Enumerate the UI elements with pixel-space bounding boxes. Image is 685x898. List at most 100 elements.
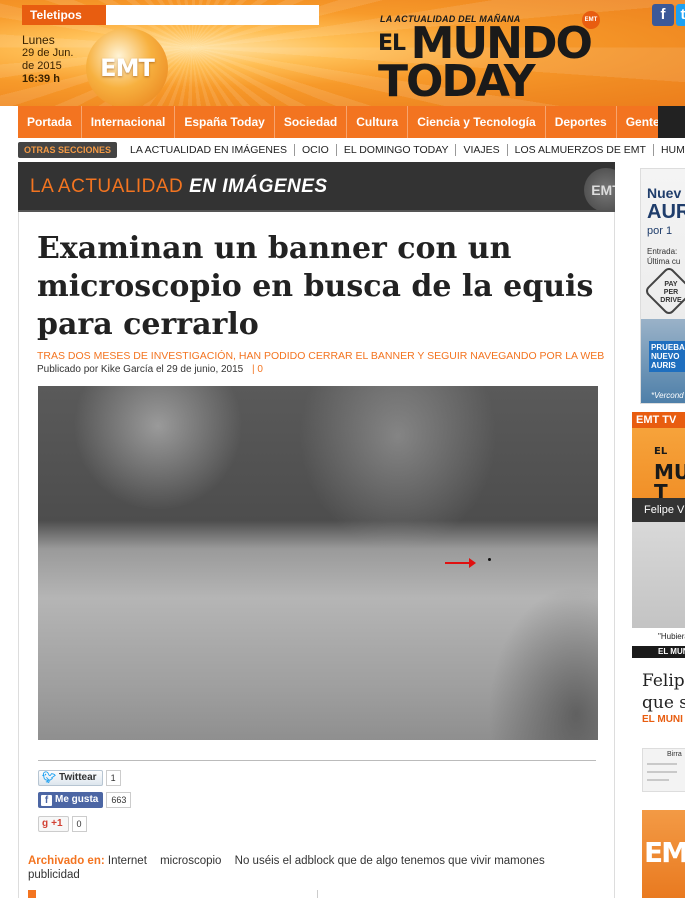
masthead-today: TODAY [378, 56, 536, 106]
tv-logo-line-1: MU [654, 460, 685, 484]
tv-logo: EL MU T [654, 442, 685, 502]
tv-logo-el: EL [654, 446, 668, 457]
article-photo [38, 386, 598, 740]
ad-line-4b: Última cu [647, 257, 681, 266]
badge-line-3: DRIVE [660, 297, 682, 304]
like-count: 663 [106, 792, 132, 808]
sidebar: Nuev AUR por 1 Entrada: Última cu PAY PE… [632, 162, 685, 898]
tweet-count: 1 [105, 770, 121, 786]
gplus-icon: g [42, 818, 49, 829]
twitter-share: 🐦︎ Twittear 1 [38, 770, 121, 786]
facebook-icon[interactable]: f [652, 4, 674, 26]
tag-link[interactable]: No uséis el adblock que de algo tenemos … [235, 855, 545, 867]
promo-line-2: NUEVO [651, 352, 680, 361]
twitter-icon[interactable]: t [676, 4, 685, 26]
article-byline: Publicado por Kike García el 29 de junio… [37, 364, 263, 375]
emt-tv-video[interactable]: EL MU T Felipe V "Hubiera EL MUNI [632, 428, 685, 658]
teletipos-ticker[interactable] [106, 5, 319, 25]
archived-label: Archivado en: [28, 855, 105, 867]
tag-link[interactable]: publicidad [28, 869, 80, 881]
date-block: Lunes 29 de Jun. de 2015 16:39 h [22, 34, 73, 86]
emt-logo[interactable]: EMT [86, 28, 168, 106]
tag-link[interactable]: microscopio [160, 855, 221, 867]
masthead-el: EL [378, 31, 406, 56]
emt-tv-heading[interactable]: EMT TV [632, 412, 685, 428]
promo-line-1: PRUEBA [651, 343, 685, 352]
nav-item-portada[interactable]: Portada [18, 106, 82, 138]
gplus-button[interactable]: g +1 [38, 816, 69, 832]
secondary-nav: OTRAS SECCIONES LA ACTUALIDAD EN IMÁGENE… [18, 140, 685, 160]
sec-item-hum[interactable]: HUM [654, 144, 685, 156]
facebook-share: f Me gusta 663 [38, 792, 132, 808]
sec-item-almuerzos[interactable]: LOS ALMUERZOS DE EMT [508, 144, 654, 156]
ad-line-4a: Entrada: [647, 247, 678, 256]
ad-promo: PRUEBA NUEVO AURIS [649, 341, 685, 372]
thumbnail-name: Birra [667, 751, 682, 758]
ad-line-4: Entrada: Última cu [647, 247, 680, 267]
secondary-nav-label: OTRAS SECCIONES [18, 142, 118, 158]
thumbnail-line [647, 763, 677, 765]
nav-item-espana-today[interactable]: España Today [175, 106, 275, 138]
ad-line-3: por 1 [647, 225, 673, 237]
nav-item-ciencia-tecnologia[interactable]: Ciencia y Tecnología [408, 106, 546, 138]
article-headline: Examinan un banner con un microscopio en… [37, 231, 594, 342]
divider [38, 760, 596, 761]
badge-line-2: PER [663, 289, 679, 296]
thumbnail-emt-text: EM [644, 836, 685, 869]
sidebar-article-category[interactable]: EL MUNI [642, 714, 683, 725]
date-line-1: 29 de Jun. [22, 47, 74, 59]
badge-line-1: PAY [664, 281, 678, 288]
main-nav: Portada Internacional España Today Socie… [18, 106, 685, 138]
tv-quote: "Hubiera [632, 628, 685, 646]
section-emt-badge: EMT [584, 168, 615, 210]
nav-item-sociedad[interactable]: Sociedad [275, 106, 348, 138]
sec-item-ocio[interactable]: OCIO [295, 144, 337, 156]
tag-link[interactable]: Internet [108, 855, 147, 867]
date-time: 16:39 h [22, 73, 60, 85]
sidebar-thumbnail[interactable]: Birra [642, 748, 685, 792]
nav-item-internacional[interactable]: Internacional [82, 106, 176, 138]
pay-per-drive-label: PAY PER DRIVE [651, 281, 685, 305]
article-subtitle: TRAS DOS MESES DE INVESTIGACIÓN, HAN POD… [37, 350, 605, 362]
section-title[interactable]: LA ACTUALIDAD EN IMÁGENES [30, 176, 328, 198]
ad-footnote: *Vercond [651, 391, 684, 400]
nav-item-cultura[interactable]: Cultura [347, 106, 409, 138]
date-day: Lunes [22, 33, 55, 47]
banner-close-x-dot [488, 558, 491, 561]
section-header: LA ACTUALIDAD EN IMÁGENES EMT [18, 162, 615, 212]
twitter-bird-icon: 🐦︎ [42, 772, 56, 784]
sidebar-title-line-1: Felip [642, 671, 685, 691]
date-line-2: de 2015 [22, 60, 62, 72]
section-title-light: LA ACTUALIDAD [30, 176, 190, 197]
tweet-button[interactable]: 🐦︎ Twittear [38, 770, 103, 786]
ad-line-2: AUR [647, 201, 685, 223]
emt-logo-text: EMT [100, 54, 155, 82]
tv-strip: EL MUNI [632, 646, 685, 658]
sec-item-viajes[interactable]: VIAJES [456, 144, 508, 156]
thumbnail-line [647, 771, 677, 773]
red-arrow-icon [445, 558, 476, 568]
nav-item-deportes[interactable]: Deportes [546, 106, 617, 138]
like-button[interactable]: f Me gusta [38, 792, 104, 808]
facebook-f-icon: f [41, 794, 52, 806]
site-header: Teletipos Lunes 29 de Jun. de 2015 16:39… [0, 0, 685, 106]
gplus-label: +1 [51, 818, 63, 829]
like-label: Me gusta [55, 794, 99, 805]
sidebar-article-title[interactable]: Felip que s [642, 670, 685, 714]
promo-line-3: AURIS [651, 361, 676, 370]
byline-text: Publicado por Kike García el 29 de junio… [37, 364, 244, 375]
sec-item-actualidad-imagenes[interactable]: LA ACTUALIDAD EN IMÁGENES [123, 144, 295, 156]
comment-count-link[interactable]: | 0 [252, 364, 263, 375]
sec-item-domingo-today[interactable]: EL DOMINGO TODAY [337, 144, 457, 156]
thumbnail-line [647, 779, 669, 781]
gplus-share: g +1 0 [38, 816, 87, 832]
nav-extra[interactable] [658, 106, 685, 138]
sidebar-emt-thumbnail[interactable]: EM [642, 810, 685, 898]
bottom-divider [317, 890, 318, 898]
bottom-accent [28, 890, 36, 898]
teletipos-label: Teletipos [22, 5, 106, 25]
sidebar-title-line-2: que s [642, 693, 685, 713]
gplus-count: 0 [71, 816, 87, 832]
sidebar-ad[interactable]: Nuev AUR por 1 Entrada: Última cu PAY PE… [640, 168, 685, 404]
masthead-logo[interactable]: LA ACTUALIDAD DEL MAÑANA EMT EL MUNDO TO… [376, 11, 626, 106]
